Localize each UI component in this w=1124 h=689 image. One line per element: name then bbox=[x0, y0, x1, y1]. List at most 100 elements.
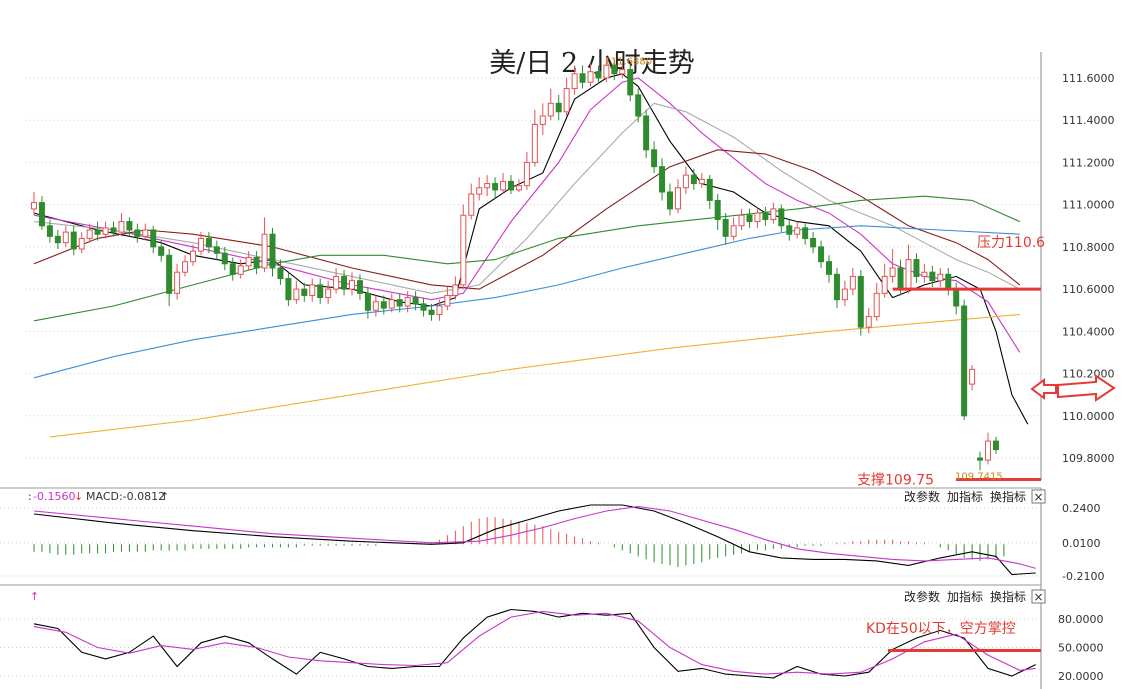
candle bbox=[317, 278, 324, 304]
modify-params-button[interactable]: 改参数 bbox=[904, 589, 940, 604]
candle-body bbox=[945, 273, 952, 290]
candle-body bbox=[70, 231, 77, 250]
candle-body bbox=[523, 161, 530, 187]
candle bbox=[253, 251, 260, 275]
candle bbox=[261, 217, 268, 273]
candle-body bbox=[78, 237, 85, 250]
candle-body bbox=[118, 221, 125, 233]
price-tick-label: 110.4000 bbox=[1062, 325, 1115, 338]
moving-average-line bbox=[33, 102, 1021, 294]
candle bbox=[810, 232, 817, 254]
candle bbox=[333, 268, 340, 294]
candle bbox=[921, 263, 928, 283]
candle-body bbox=[197, 237, 204, 252]
moving-average-line bbox=[33, 195, 1021, 322]
candle-body bbox=[325, 288, 332, 299]
candle bbox=[857, 270, 864, 336]
close-button[interactable]: × bbox=[1031, 489, 1046, 504]
candle-body bbox=[38, 202, 45, 227]
candle bbox=[794, 221, 801, 239]
candle bbox=[762, 206, 769, 226]
candle bbox=[150, 225, 157, 254]
candle-body bbox=[889, 267, 896, 277]
candle bbox=[651, 141, 658, 173]
candle-body bbox=[722, 218, 729, 237]
candle-body bbox=[237, 265, 244, 275]
kd-tick-label: 80.0000 bbox=[1058, 613, 1104, 626]
candle bbox=[698, 173, 705, 188]
candle-body bbox=[213, 246, 220, 254]
candle-body bbox=[229, 263, 236, 275]
candle-body bbox=[158, 246, 165, 256]
candle bbox=[62, 225, 69, 247]
kd-arrow-up-icon: ↑ bbox=[30, 590, 39, 603]
candle-body bbox=[531, 123, 538, 163]
candle-body bbox=[102, 227, 109, 235]
candle-body bbox=[182, 261, 189, 273]
candle bbox=[985, 432, 991, 465]
macd-header: : -0.1560 ↓ MACD:-0.0812 ↑ bbox=[28, 490, 169, 503]
candle-body bbox=[961, 305, 968, 417]
candle-body bbox=[635, 94, 642, 117]
candle-body bbox=[245, 256, 252, 267]
close-icon: × bbox=[1033, 490, 1043, 504]
moving-average-line bbox=[33, 73, 1029, 425]
candle-body bbox=[508, 180, 514, 191]
candle-body bbox=[293, 288, 300, 301]
candle-body bbox=[770, 208, 777, 220]
candle bbox=[182, 255, 189, 277]
candle bbox=[674, 179, 681, 214]
kd-panel: ↑ 改参数 加指标 换指标 × 80.0000 50.0000 20.0000 KD在50… bbox=[0, 584, 1104, 689]
candle bbox=[166, 249, 173, 306]
candle-body bbox=[555, 102, 562, 113]
candle bbox=[778, 204, 785, 233]
candle-body bbox=[221, 252, 228, 265]
candle bbox=[937, 268, 944, 287]
candle-body bbox=[253, 256, 260, 269]
price-tick-label: 110.0000 bbox=[1062, 410, 1115, 423]
candle-body bbox=[126, 221, 133, 231]
candle bbox=[539, 103, 546, 135]
candle-body bbox=[682, 174, 689, 189]
candle-body bbox=[913, 259, 920, 277]
candle-body bbox=[833, 273, 840, 301]
switch-indicator-button[interactable]: 换指标 bbox=[990, 489, 1026, 504]
candle bbox=[174, 263, 181, 300]
candle-body bbox=[428, 309, 435, 315]
candle-body bbox=[579, 73, 586, 83]
candle-body bbox=[563, 88, 570, 113]
candle-body bbox=[706, 178, 713, 201]
candle-body bbox=[436, 305, 443, 315]
kd-tick-label: 50.0000 bbox=[1058, 642, 1104, 655]
candle bbox=[977, 451, 984, 471]
kd-lines bbox=[33, 608, 1036, 679]
add-indicator-button[interactable]: 加指标 bbox=[947, 489, 983, 504]
candle-body bbox=[921, 271, 928, 277]
candle bbox=[118, 213, 125, 237]
candle-body bbox=[349, 280, 355, 290]
candle bbox=[309, 278, 316, 302]
candle-body bbox=[746, 214, 753, 223]
candle-body bbox=[738, 214, 745, 227]
candle-body bbox=[134, 229, 141, 237]
usd-jpy-chart: 美/日 2 小时走势 111.6000111.4000111.2000111.0… bbox=[0, 48, 1116, 689]
candle-body bbox=[46, 225, 53, 237]
candle-body bbox=[261, 233, 268, 269]
candle bbox=[293, 280, 300, 304]
add-indicator-button[interactable]: 加指标 bbox=[947, 589, 983, 604]
candle-body bbox=[420, 303, 427, 311]
candle bbox=[913, 253, 920, 283]
candle-body bbox=[500, 180, 507, 191]
candle-body bbox=[205, 237, 212, 248]
candle bbox=[555, 94, 562, 121]
close-button[interactable]: × bbox=[1031, 589, 1046, 604]
candle-body bbox=[412, 297, 419, 305]
switch-indicator-button[interactable]: 换指标 bbox=[990, 589, 1026, 604]
candle bbox=[452, 276, 459, 300]
modify-params-button[interactable]: 改参数 bbox=[904, 489, 940, 504]
price-tick-label: 111.2000 bbox=[1062, 156, 1115, 169]
candle-body bbox=[444, 294, 451, 307]
price-axis: 111.6000 111.4000 111.2000 111.0000 110.8000… bbox=[1062, 72, 1115, 465]
candle bbox=[667, 183, 673, 216]
candle bbox=[969, 365, 976, 391]
